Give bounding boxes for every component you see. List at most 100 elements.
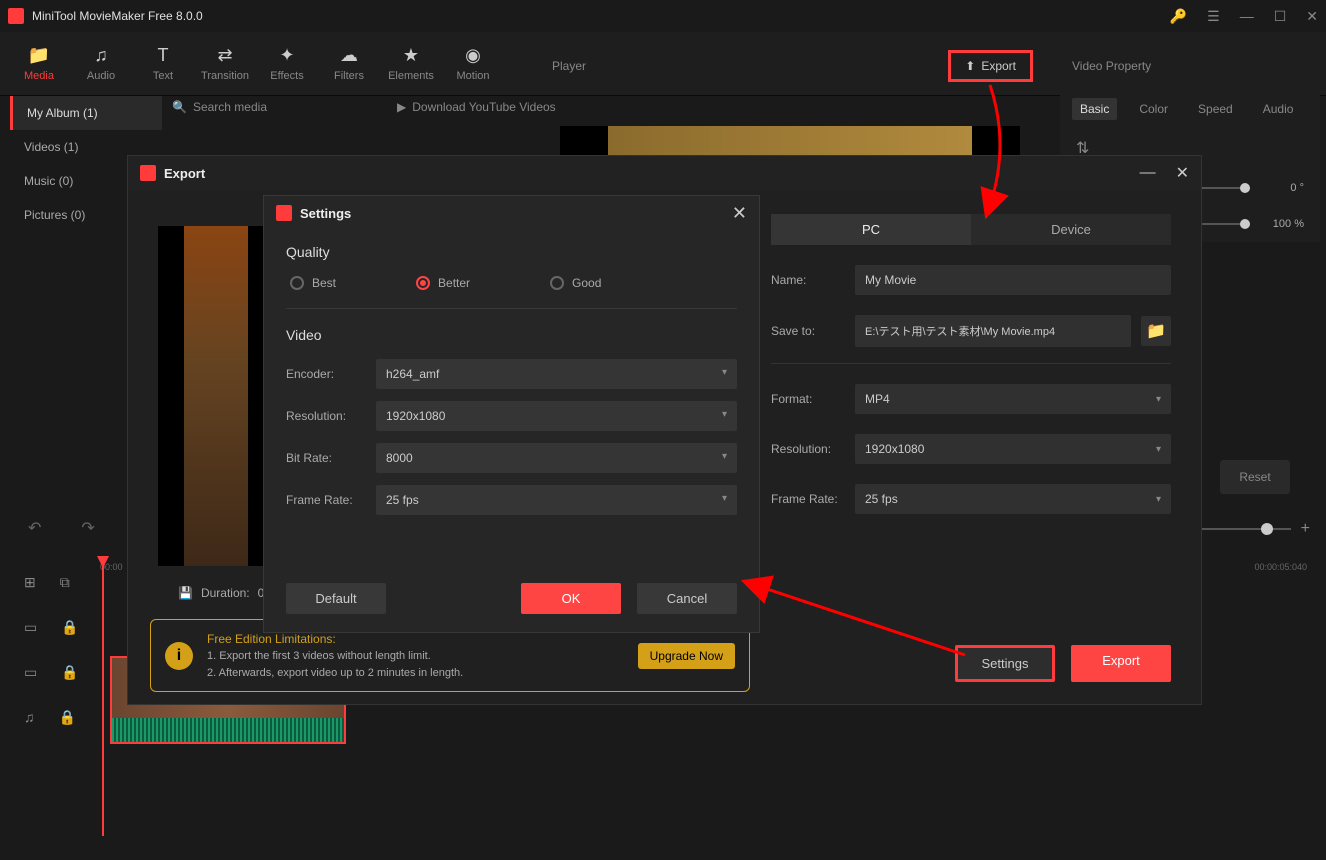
saveto-input[interactable]: E:\テスト用\テスト素材\My Movie.mp4 xyxy=(855,315,1131,347)
resolution-label: Resolution: xyxy=(771,442,845,456)
search-row: 🔍 Search media ▶ Download YouTube Videos xyxy=(172,100,556,114)
tab-device[interactable]: Device xyxy=(971,214,1171,245)
lock-icon[interactable]: 🔒 xyxy=(61,619,78,636)
audio-track-icon[interactable]: ♫ xyxy=(24,709,35,726)
chevron-down-icon: ▾ xyxy=(722,493,727,507)
timeline-tools: ⊞ ⧉ ▭ 🔒 ▭ 🔒 ♫ 🔒 xyxy=(10,556,86,744)
ok-button[interactable]: OK xyxy=(521,583,621,614)
export-dialog-title: Export xyxy=(164,166,1120,181)
saveto-label: Save to: xyxy=(771,324,845,338)
toolbar-audio[interactable]: ♫Audio xyxy=(70,32,132,95)
player-label: Player xyxy=(552,59,948,73)
transition-icon: ⇄ xyxy=(217,45,232,66)
browse-folder-icon[interactable]: 📁 xyxy=(1141,316,1171,346)
vp-tab-basic[interactable]: Basic xyxy=(1072,98,1117,120)
undo-icon[interactable]: ↶ xyxy=(28,518,41,538)
reset-button[interactable]: Reset xyxy=(1220,460,1290,494)
s-framerate-label: Frame Rate: xyxy=(286,493,366,507)
toolbar-elements[interactable]: ★Elements xyxy=(380,32,442,95)
app-logo-icon xyxy=(8,8,24,24)
elements-icon: ★ xyxy=(403,45,419,66)
add-track-icon[interactable]: ⊞ xyxy=(24,574,36,591)
menu-icon[interactable]: ☰ xyxy=(1207,8,1220,25)
radio-icon xyxy=(290,276,304,290)
lock-icon[interactable]: 🔒 xyxy=(59,709,76,726)
settings-dialog-title: Settings xyxy=(300,206,732,221)
copy-track-icon[interactable]: ⧉ xyxy=(60,574,70,591)
quality-option-best[interactable]: Best xyxy=(290,276,336,290)
maximize-icon[interactable]: ☐ xyxy=(1274,8,1287,25)
vp-tab-color[interactable]: Color xyxy=(1131,98,1176,120)
toolbar-transition[interactable]: ⇄Transition xyxy=(194,32,256,95)
encoder-select[interactable]: h264_amf▾ xyxy=(376,359,737,389)
radio-icon xyxy=(416,276,430,290)
cancel-button[interactable]: Cancel xyxy=(637,583,737,614)
lock-icon[interactable]: 🔒 xyxy=(61,664,78,681)
sidebar-item[interactable]: My Album (1) xyxy=(10,96,162,130)
toolbar-filters[interactable]: ☁Filters xyxy=(318,32,380,95)
playhead[interactable] xyxy=(102,556,104,836)
motion-icon: ◉ xyxy=(465,45,481,66)
bitrate-label: Bit Rate: xyxy=(286,451,366,465)
video-property-title: Video Property xyxy=(1060,40,1320,92)
toolbar-effects[interactable]: ✦Effects xyxy=(256,32,318,95)
video-property-tabs: Basic Color Speed Audio xyxy=(1060,92,1320,126)
framerate-select[interactable]: 25 fps▾ xyxy=(855,484,1171,514)
settings-close-icon[interactable]: ✕ xyxy=(732,203,747,224)
license-key-icon[interactable]: 🔑 xyxy=(1170,8,1187,25)
redo-icon[interactable]: ↷ xyxy=(81,518,94,538)
vp-tab-audio[interactable]: Audio xyxy=(1255,98,1302,120)
name-label: Name: xyxy=(771,273,845,287)
rotation-value: 0 ° xyxy=(1262,182,1304,194)
limitations-line1: 1. Export the first 3 videos without len… xyxy=(207,648,624,665)
chevron-down-icon: ▾ xyxy=(722,367,727,381)
settings-dialog-logo-icon xyxy=(276,205,292,221)
audio-waveform xyxy=(112,718,344,742)
info-icon: i xyxy=(165,642,193,670)
video-track-icon[interactable]: ▭ xyxy=(24,619,37,636)
youtube-icon: ▶ xyxy=(397,100,406,114)
export-close-icon[interactable]: ✕ xyxy=(1176,163,1189,183)
zoom-in-icon[interactable]: + xyxy=(1301,520,1310,538)
default-button[interactable]: Default xyxy=(286,583,386,614)
framerate-label: Frame Rate: xyxy=(771,492,845,506)
radio-icon xyxy=(550,276,564,290)
player-panel-header: Player ⬆ Export xyxy=(540,40,1045,92)
export-confirm-button[interactable]: Export xyxy=(1071,645,1171,682)
toolbar-text[interactable]: TText xyxy=(132,32,194,95)
titlebar: MiniTool MovieMaker Free 8.0.0 🔑 ☰ — ☐ ✕ xyxy=(0,0,1326,32)
search-input[interactable]: 🔍 Search media xyxy=(172,100,267,114)
download-youtube-button[interactable]: ▶ Download YouTube Videos xyxy=(397,100,556,114)
export-dialog-logo-icon xyxy=(140,165,156,181)
audio-icon: ♫ xyxy=(94,45,108,66)
overlay-track-icon[interactable]: ▭ xyxy=(24,664,37,681)
chevron-down-icon: ▾ xyxy=(1156,394,1161,405)
close-icon[interactable]: ✕ xyxy=(1306,8,1318,25)
s-framerate-select[interactable]: 25 fps▾ xyxy=(376,485,737,515)
quality-option-better[interactable]: Better xyxy=(416,276,470,290)
timeline-ruler-end: 00:00:05:040 xyxy=(1254,562,1307,572)
export-preview xyxy=(158,226,274,566)
toolbar-media[interactable]: 📁Media xyxy=(8,32,70,95)
minimize-icon[interactable]: — xyxy=(1240,8,1254,24)
vp-tab-speed[interactable]: Speed xyxy=(1190,98,1241,120)
bitrate-select[interactable]: 8000▾ xyxy=(376,443,737,473)
toolbar-motion[interactable]: ◉Motion xyxy=(442,32,504,95)
format-select[interactable]: MP4▾ xyxy=(855,384,1171,414)
export-button[interactable]: ⬆ Export xyxy=(948,50,1033,82)
settings-dialog: Settings ✕ Quality BestBetterGood Video … xyxy=(263,195,760,633)
effects-icon: ✦ xyxy=(279,45,294,66)
chevron-down-icon: ▾ xyxy=(722,409,727,423)
resolution-select[interactable]: 1920x1080▾ xyxy=(855,434,1171,464)
tab-pc[interactable]: PC xyxy=(771,214,971,245)
upgrade-now-button[interactable]: Upgrade Now xyxy=(638,643,735,669)
chevron-down-icon: ▾ xyxy=(1156,494,1161,505)
s-resolution-select[interactable]: 1920x1080▾ xyxy=(376,401,737,431)
settings-button[interactable]: Settings xyxy=(955,645,1055,682)
undo-redo-row: ↶ ↷ xyxy=(28,518,95,538)
quality-option-good[interactable]: Good xyxy=(550,276,601,290)
duration-icon: 💾 xyxy=(178,586,193,600)
name-input[interactable]: My Movie xyxy=(855,265,1171,295)
export-minimize-icon[interactable]: — xyxy=(1140,164,1156,182)
video-section-title: Video xyxy=(286,327,737,343)
